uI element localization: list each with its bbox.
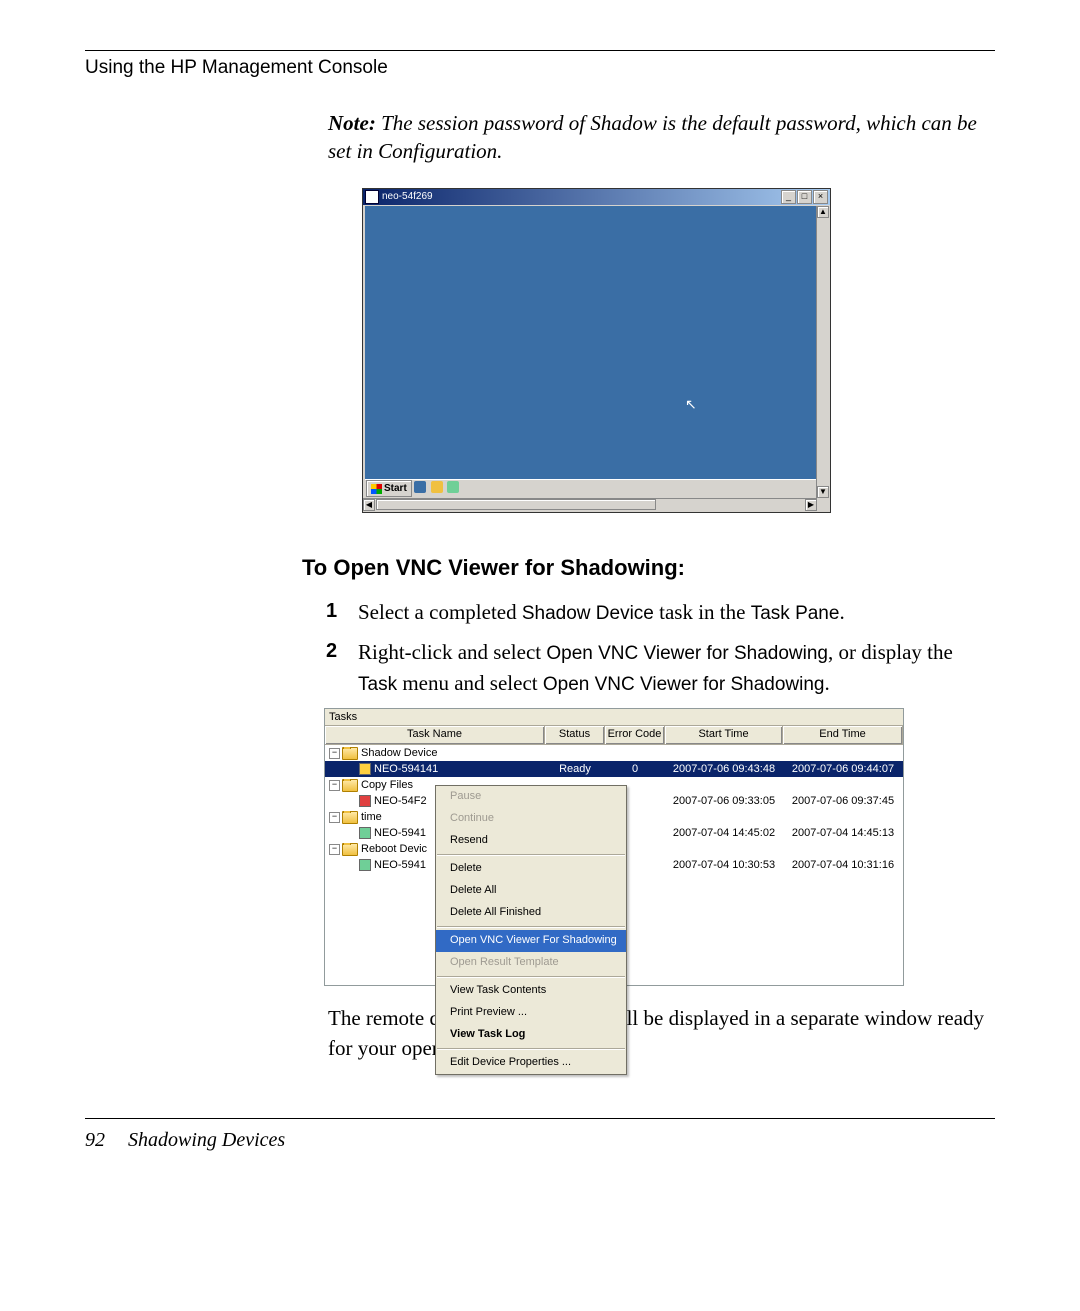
- scroll-thumb[interactable]: [376, 499, 656, 510]
- col-header-status[interactable]: Status: [545, 726, 605, 744]
- menu-separator: [437, 976, 625, 978]
- status-error-icon: [359, 795, 371, 807]
- step-number: 1: [326, 597, 358, 628]
- collapse-icon[interactable]: −: [329, 780, 340, 791]
- scroll-right-icon[interactable]: ▶: [805, 499, 817, 511]
- menu-open-vnc[interactable]: Open VNC Viewer For Shadowing: [436, 930, 626, 952]
- tree-group-row[interactable]: −Shadow Device: [325, 745, 903, 761]
- page-header: Using the HP Management Console: [85, 57, 995, 79]
- note-label: Note:: [328, 111, 376, 135]
- status-ok-icon: [359, 859, 371, 871]
- windows-flag-icon: [371, 484, 382, 494]
- col-header-error[interactable]: Error Code: [605, 726, 665, 744]
- start-button[interactable]: Start: [366, 480, 412, 497]
- menu-edit-props[interactable]: Edit Device Properties ...: [436, 1052, 626, 1074]
- scroll-corner: [817, 499, 830, 512]
- vnc-titlebar: neo-54f269 _ □ ×: [363, 189, 830, 205]
- steps-list: 1 Select a completed Shadow Device task …: [326, 597, 995, 699]
- vnc-app-icon: [365, 190, 379, 204]
- start-label: Start: [384, 483, 407, 494]
- menu-separator: [437, 926, 625, 928]
- footer-section-title: Shadowing Devices: [128, 1129, 285, 1151]
- note-body: The session password of Shadow is the de…: [328, 111, 977, 163]
- tray-icon[interactable]: [414, 481, 426, 493]
- step-text: Select a completed Shadow Device task in…: [358, 597, 845, 628]
- scroll-left-icon[interactable]: ◀: [363, 499, 375, 511]
- tray-icon[interactable]: [431, 481, 443, 493]
- menu-separator: [437, 1048, 625, 1050]
- horizontal-scrollbar[interactable]: ◀ ▶: [363, 498, 817, 512]
- folder-icon: [342, 843, 358, 856]
- menu-continue: Continue: [436, 808, 626, 830]
- task-tree: −Shadow Device NEO-594141 Ready 0 2007-0…: [325, 745, 903, 985]
- menu-delete-all[interactable]: Delete All: [436, 880, 626, 902]
- menu-view-log[interactable]: View Task Log: [436, 1024, 626, 1046]
- collapse-icon[interactable]: −: [329, 748, 340, 759]
- vnc-title: neo-54f269: [382, 191, 433, 202]
- tray-icon[interactable]: [447, 481, 459, 493]
- folder-icon: [342, 811, 358, 824]
- vertical-scrollbar[interactable]: ▲ ▼: [816, 206, 830, 498]
- col-header-taskname[interactable]: Task Name: [325, 726, 545, 744]
- main-content: Note: The session password of Shadow is …: [328, 109, 995, 1063]
- page-number: 92: [85, 1129, 105, 1151]
- step-item: 1 Select a completed Shadow Device task …: [326, 597, 995, 628]
- minimize-button[interactable]: _: [781, 190, 796, 204]
- header-rule: [85, 50, 995, 51]
- status-ok-icon: [359, 827, 371, 839]
- step-item: 2 Right-click and select Open VNC Viewer…: [326, 637, 995, 698]
- menu-delete[interactable]: Delete: [436, 858, 626, 880]
- step-number: 2: [326, 637, 358, 698]
- close-button[interactable]: ×: [813, 190, 828, 204]
- maximize-button[interactable]: □: [797, 190, 812, 204]
- column-headers: Task Name Status Error Code Start Time E…: [325, 726, 903, 745]
- step-text: Right-click and select Open VNC Viewer f…: [358, 637, 995, 698]
- col-header-end[interactable]: End Time: [783, 726, 903, 744]
- document-page: Using the HP Management Console Note: Th…: [0, 0, 1080, 1192]
- menu-pause: Pause: [436, 786, 626, 808]
- vnc-taskbar: Start: [365, 479, 816, 498]
- note-paragraph: Note: The session password of Shadow is …: [328, 109, 995, 166]
- tasks-pane-title: Tasks: [325, 709, 903, 726]
- status-warning-icon: [359, 763, 371, 775]
- collapse-icon[interactable]: −: [329, 844, 340, 855]
- section-heading: To Open VNC Viewer for Shadowing:: [302, 555, 995, 581]
- tasks-pane-screenshot: Tasks Task Name Status Error Code Start …: [324, 708, 904, 986]
- vnc-screenshot: neo-54f269 _ □ × ↖ Start: [362, 188, 831, 513]
- collapse-icon[interactable]: −: [329, 812, 340, 823]
- tree-task-row-selected[interactable]: NEO-594141 Ready 0 2007-07-06 09:43:48 2…: [325, 761, 903, 777]
- menu-view-contents[interactable]: View Task Contents: [436, 980, 626, 1002]
- menu-open-template: Open Result Template: [436, 952, 626, 974]
- folder-icon: [342, 779, 358, 792]
- scroll-down-icon[interactable]: ▼: [817, 486, 829, 498]
- menu-print-preview[interactable]: Print Preview ...: [436, 1002, 626, 1024]
- context-menu: Pause Continue Resend Delete Delete All …: [435, 785, 627, 1075]
- vnc-desktop-area: ↖: [365, 206, 816, 498]
- page-footer: 92 Shadowing Devices: [85, 1118, 995, 1152]
- mouse-cursor-icon: ↖: [685, 396, 697, 413]
- menu-separator: [437, 854, 625, 856]
- taskbar-tray: [413, 481, 461, 496]
- scroll-up-icon[interactable]: ▲: [817, 206, 829, 218]
- menu-resend[interactable]: Resend: [436, 830, 626, 852]
- folder-icon: [342, 747, 358, 760]
- menu-delete-finished[interactable]: Delete All Finished: [436, 902, 626, 924]
- closing-paragraph: The remote desktop of the client will be…: [328, 1004, 995, 1063]
- col-header-start[interactable]: Start Time: [665, 726, 783, 744]
